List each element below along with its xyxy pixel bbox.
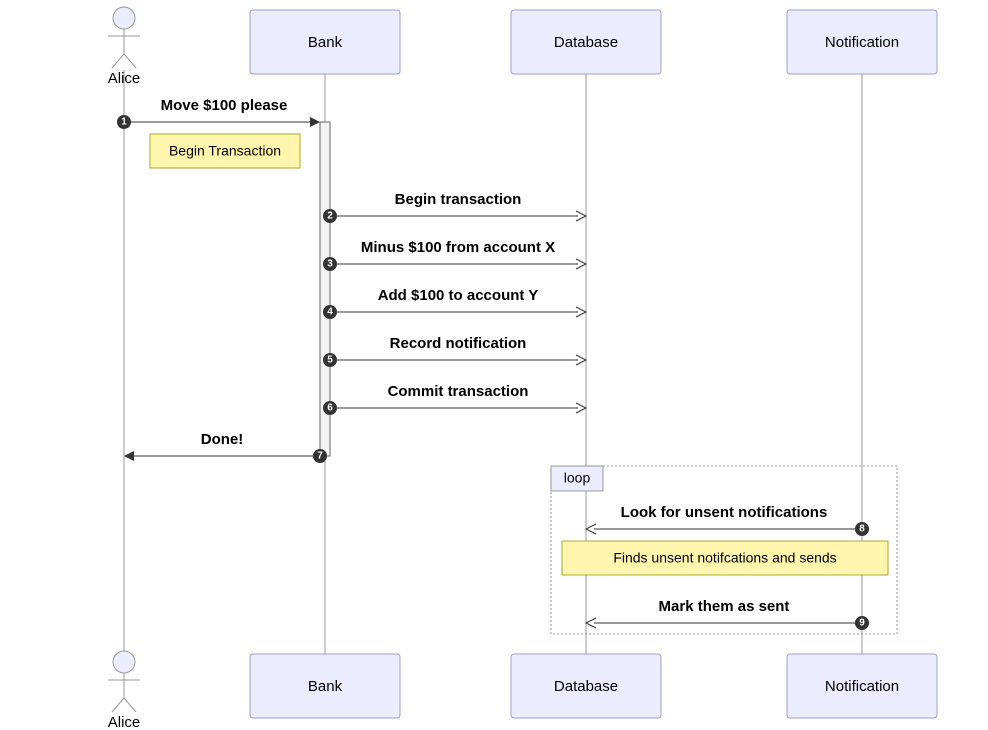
svg-text:8: 8 <box>859 524 865 535</box>
participant-alice-label-top: Alice <box>108 70 141 87</box>
svg-text:1: 1 <box>121 117 127 128</box>
svg-text:Begin transaction: Begin transaction <box>395 191 522 208</box>
participant-bank-top: Bank <box>250 10 400 74</box>
svg-text:2: 2 <box>327 211 333 222</box>
participant-bank-bottom: Bank <box>250 654 400 718</box>
svg-text:Add $100 to account Y: Add $100 to account Y <box>378 287 539 304</box>
svg-text:7: 7 <box>317 451 323 462</box>
note-finds-unsent: Finds unsent notifcations and sends <box>562 541 888 575</box>
message-6: Commit transaction 6 <box>323 383 586 415</box>
participant-notification-bottom: Notification <box>787 654 937 718</box>
svg-text:Record notification: Record notification <box>390 335 527 352</box>
svg-text:Commit transaction: Commit transaction <box>388 383 529 400</box>
svg-text:loop: loop <box>564 470 591 486</box>
message-3: Minus $100 from account X 3 <box>323 239 586 271</box>
participant-database-label-top: Database <box>554 34 618 51</box>
svg-text:Done!: Done! <box>201 431 244 448</box>
participant-database-label-bottom: Database <box>554 678 618 695</box>
message-1: Move $100 please 1 <box>117 97 320 129</box>
sequence-diagram: Alice Bank Database Notification Move $1… <box>0 0 988 730</box>
svg-text:Finds unsent notifcations and: Finds unsent notifcations and sends <box>613 550 836 566</box>
participant-alice-label-bottom: Alice <box>108 714 141 730</box>
svg-text:4: 4 <box>327 307 333 318</box>
message-2: Begin transaction 2 <box>323 191 586 223</box>
participant-notification-top: Notification <box>787 10 937 74</box>
participant-bank-label-top: Bank <box>308 34 343 51</box>
svg-text:6: 6 <box>327 403 333 414</box>
participant-alice-bottom: Alice <box>108 651 141 730</box>
svg-text:Begin Transaction: Begin Transaction <box>169 143 281 159</box>
message-8: Look for unsent notifications 8 <box>586 504 869 536</box>
message-7: Done! 7 <box>124 431 327 463</box>
svg-text:3: 3 <box>327 259 333 270</box>
message-9: Mark them as sent 9 <box>586 598 869 630</box>
participant-alice-top: Alice <box>108 7 141 87</box>
svg-text:Move $100 please: Move $100 please <box>161 97 288 114</box>
participant-notification-label-bottom: Notification <box>825 678 899 695</box>
svg-text:Look for unsent notifications: Look for unsent notifications <box>621 504 828 521</box>
svg-text:5: 5 <box>327 355 333 366</box>
note-begin-transaction: Begin Transaction <box>150 134 300 168</box>
participant-bank-label-bottom: Bank <box>308 678 343 695</box>
svg-text:Minus $100 from account X: Minus $100 from account X <box>361 239 555 256</box>
message-4: Add $100 to account Y 4 <box>323 287 586 319</box>
participant-notification-label-top: Notification <box>825 34 899 51</box>
participant-database-top: Database <box>511 10 661 74</box>
svg-text:9: 9 <box>859 618 865 629</box>
svg-text:Mark them as sent: Mark them as sent <box>659 598 790 615</box>
participant-database-bottom: Database <box>511 654 661 718</box>
message-5: Record notification 5 <box>323 335 586 367</box>
